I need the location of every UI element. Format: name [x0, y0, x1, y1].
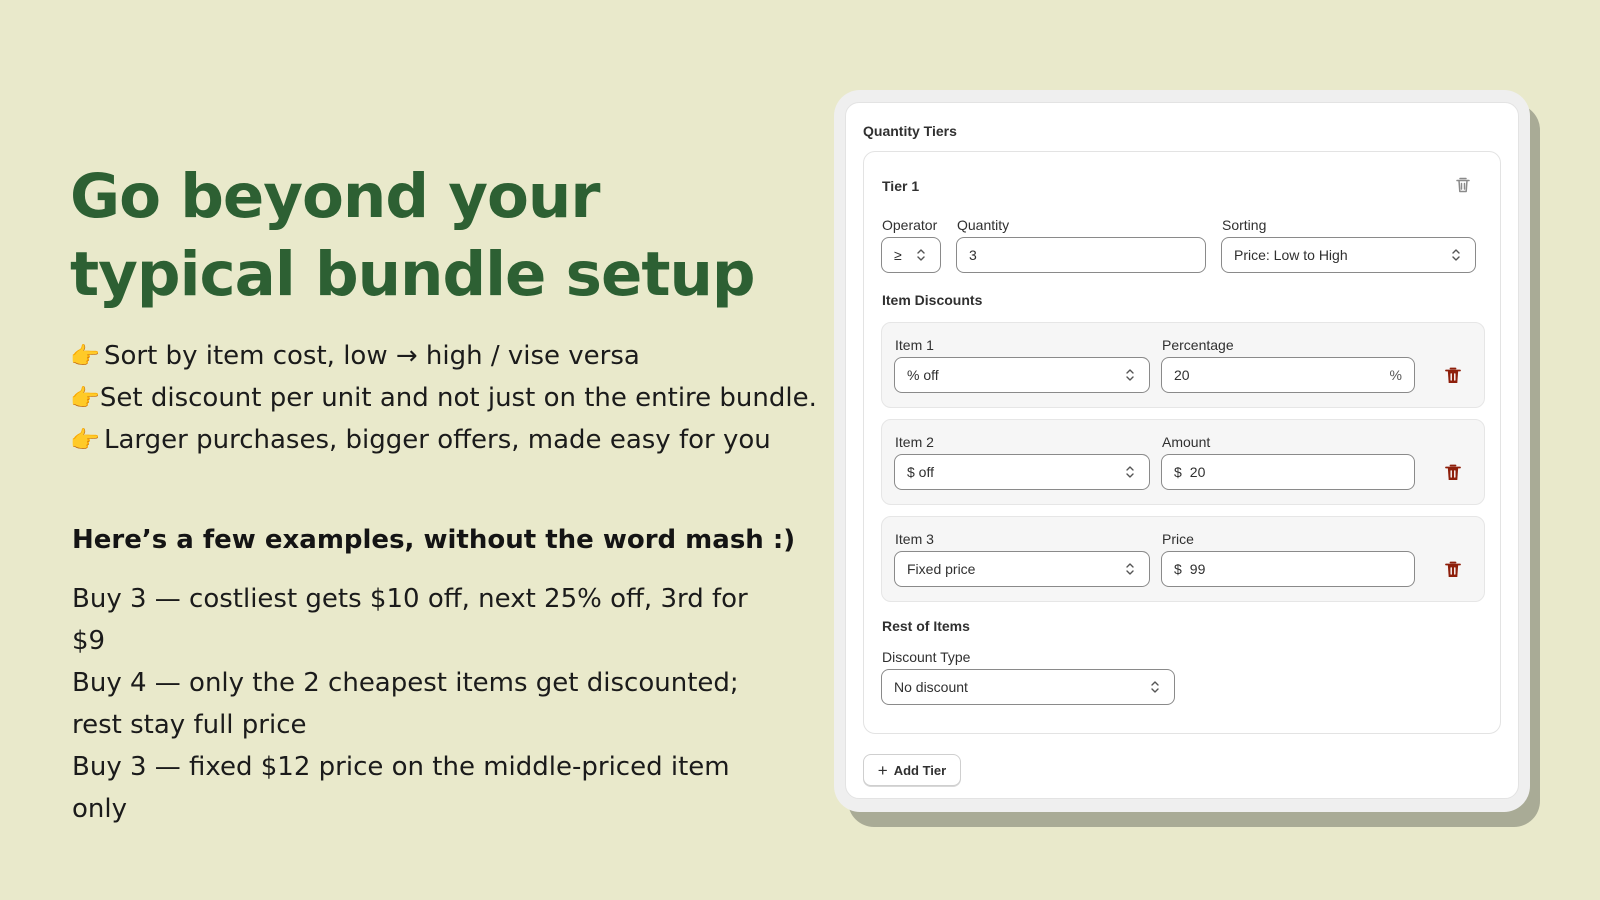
- example-item: Buy 3 — costliest gets $10 off, next 25%…: [72, 584, 748, 656]
- item-label: Item 1: [895, 337, 934, 353]
- pointing-hand-icon: 👉: [70, 342, 100, 370]
- headline: Go beyond your typical bundle setup: [70, 158, 790, 314]
- item-discounts-title: Item Discounts: [882, 292, 983, 308]
- quantity-label: Quantity: [957, 217, 1010, 233]
- currency-prefix: $: [1174, 464, 1182, 480]
- pointing-hand-icon: 👉: [70, 384, 100, 412]
- headline-line-1: Go beyond your: [70, 161, 600, 232]
- sorting-value: Price: Low to High: [1234, 247, 1348, 263]
- select-chevron-icon: [1126, 466, 1134, 478]
- example-item: Buy 4 — only the 2 cheapest items get di…: [72, 668, 739, 740]
- price-input[interactable]: $ 99: [1161, 551, 1415, 587]
- delete-tier-icon[interactable]: [1453, 175, 1473, 195]
- percentage-value: 20: [1174, 367, 1190, 383]
- pointing-hand-icon: 👉: [70, 426, 100, 454]
- headline-line-2: typical bundle setup: [70, 239, 756, 310]
- operator-value: ≥: [894, 247, 902, 263]
- operator-label: Operator: [882, 217, 938, 233]
- amount-input[interactable]: $ 20: [1161, 454, 1415, 490]
- select-chevron-icon: [917, 249, 925, 261]
- discount-type-select[interactable]: Fixed price: [894, 551, 1150, 587]
- sorting-select[interactable]: Price: Low to High: [1221, 237, 1476, 273]
- discount-type-value: % off: [907, 367, 939, 383]
- add-tier-label: Add Tier: [893, 762, 947, 778]
- select-chevron-icon: [1126, 563, 1134, 575]
- percent-suffix: %: [1389, 367, 1402, 383]
- select-chevron-icon: [1126, 369, 1134, 381]
- sorting-label: Sorting: [1222, 217, 1267, 233]
- value-label: Percentage: [1162, 337, 1234, 353]
- item-label: Item 2: [895, 434, 934, 450]
- select-chevron-icon: [1452, 249, 1460, 261]
- plus-icon: +: [877, 760, 888, 780]
- discount-type-label: Discount Type: [882, 649, 971, 665]
- item-label: Item 3: [895, 531, 934, 547]
- value-label: Price: [1162, 531, 1194, 547]
- feature-item: 👉 Set discount per unit and not just on …: [70, 377, 817, 419]
- feature-item: 👉 Sort by item cost, low → high / vise v…: [70, 335, 810, 377]
- delete-item-icon[interactable]: [1444, 366, 1462, 386]
- discount-type-value: $ off: [907, 464, 934, 480]
- rest-discount-type-value: No discount: [894, 679, 968, 695]
- feature-list: 👉 Sort by item cost, low → high / vise v…: [70, 335, 817, 461]
- discount-type-select[interactable]: % off: [894, 357, 1150, 393]
- select-chevron-icon: [1151, 681, 1159, 693]
- quantity-value: 3: [969, 247, 977, 263]
- value-label: Amount: [1162, 434, 1211, 450]
- rest-discount-type-select[interactable]: No discount: [881, 669, 1175, 705]
- delete-item-icon[interactable]: [1444, 560, 1462, 580]
- price-value: 99: [1189, 561, 1206, 577]
- rest-of-items-title: Rest of Items: [882, 618, 970, 634]
- tier-title: Tier 1: [882, 178, 920, 194]
- example-item: Buy 3 — fixed $12 price on the middle-pr…: [72, 752, 730, 824]
- discount-type-select[interactable]: $ off: [894, 454, 1150, 490]
- feature-text: Set discount per unit and not just on th…: [99, 383, 817, 413]
- feature-text: Larger purchases, bigger offers, made ea…: [104, 425, 771, 455]
- item-discount-row: Item 1 % off Percentage 20 %: [881, 322, 1485, 408]
- quantity-input[interactable]: 3: [956, 237, 1206, 273]
- examples-heading: Here’s a few examples, without the word …: [72, 525, 796, 555]
- quantity-tiers-card: Quantity Tiers Tier 1 Operator ≥ Quantit…: [845, 102, 1519, 799]
- percentage-input[interactable]: 20 %: [1161, 357, 1415, 393]
- item-discount-row: Item 3 Fixed price Price $ 99: [881, 516, 1485, 602]
- feature-item: 👉 Larger purchases, bigger offers, made …: [70, 419, 810, 461]
- discount-type-value: Fixed price: [907, 561, 976, 577]
- currency-prefix: $: [1174, 561, 1182, 577]
- feature-text: Sort by item cost, low → high / vise ver…: [104, 341, 640, 371]
- tier-panel: Tier 1 Operator ≥ Quantity 3 Sorting Pri…: [863, 151, 1501, 734]
- add-tier-button[interactable]: + Add Tier: [863, 754, 961, 786]
- card-title: Quantity Tiers: [863, 123, 957, 139]
- amount-value: 20: [1189, 464, 1206, 480]
- item-discount-row: Item 2 $ off Amount $ 20: [881, 419, 1485, 505]
- delete-item-icon[interactable]: [1444, 463, 1462, 483]
- examples-list: Buy 3 — costliest gets $10 off, next 25%…: [72, 578, 782, 830]
- operator-select[interactable]: ≥: [881, 237, 941, 273]
